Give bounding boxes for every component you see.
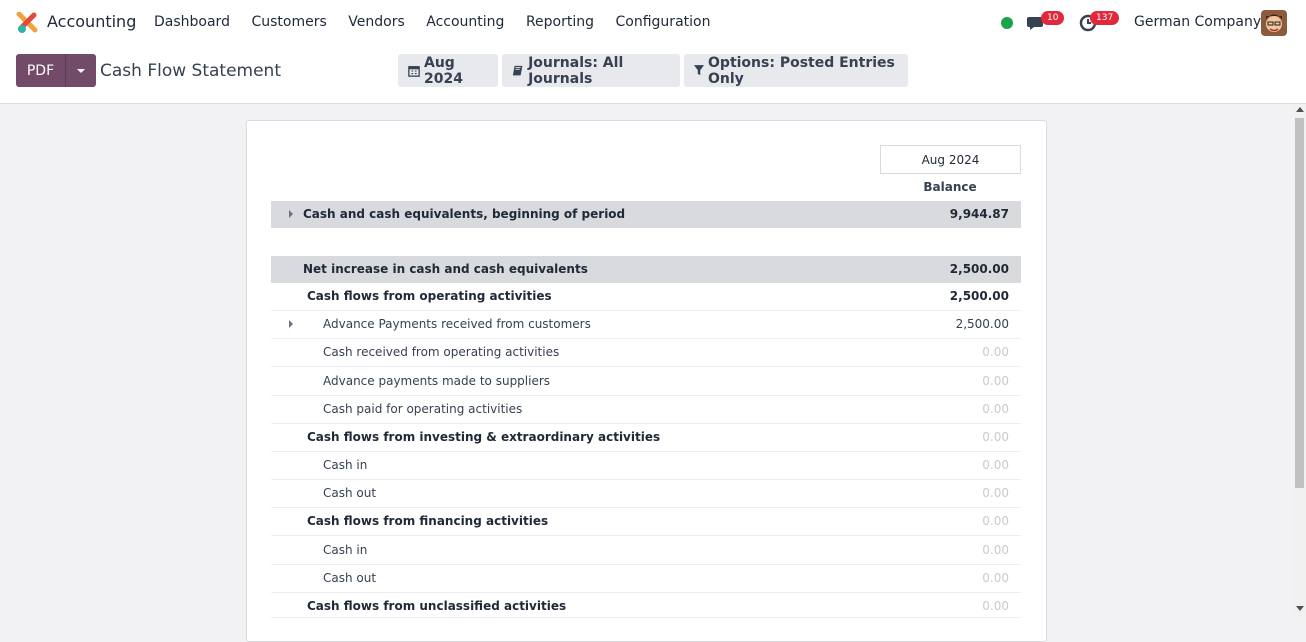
row-amount[interactable]: 9,944.87 <box>950 207 1009 221</box>
row-label: Cash flows from operating activities <box>307 289 552 303</box>
accounting-app-icon[interactable] <box>16 12 38 34</box>
report-row-investing[interactable]: Cash flows from investing & extraordinar… <box>271 424 1021 452</box>
report-row-unclassified[interactable]: Cash flows from unclassified activities … <box>271 593 1021 618</box>
row-amount[interactable]: 2,500.00 <box>956 317 1009 331</box>
main-menu: Dashboard Customers Vendors Accounting R… <box>154 14 732 30</box>
pdf-button[interactable]: PDF <box>16 54 65 87</box>
row-label: Cash and cash equivalents, beginning of … <box>303 207 626 221</box>
report-row-operating[interactable]: Cash flows from operating activities 2,5… <box>271 283 1021 311</box>
row-label: Cash in <box>323 543 368 557</box>
report-row-beginning-cash[interactable]: Cash and cash equivalents, beginning of … <box>271 201 1021 228</box>
menu-item-reporting[interactable]: Reporting <box>526 14 594 30</box>
row-label: Advance payments made to suppliers <box>323 374 551 388</box>
calendar-icon <box>408 65 420 77</box>
row-amount: 0.00 <box>982 486 1009 500</box>
report-row-advance-paid[interactable]: Advance payments made to suppliers 0.00 <box>271 368 1021 396</box>
row-label: Cash in <box>323 458 368 472</box>
scroll-down-arrow-icon[interactable] <box>1296 606 1304 611</box>
row-label: Net increase in cash and cash equivalent… <box>303 262 588 276</box>
date-filter-label: Aug 2024 <box>424 54 463 87</box>
menu-item-configuration[interactable]: Configuration <box>616 14 711 30</box>
row-amount: 0.00 <box>982 599 1009 613</box>
activities-count-badge: 137 <box>1090 11 1120 25</box>
report-row-advance-received[interactable]: Advance Payments received from customers… <box>271 311 1021 339</box>
row-label: Cash flows from unclassified activities <box>307 599 567 613</box>
date-filter-button[interactable]: Aug 2024 <box>398 54 498 87</box>
row-amount: 0.00 <box>982 514 1009 528</box>
print-dropdown-toggle[interactable] <box>65 54 96 87</box>
row-label: Cash paid for operating activities <box>323 402 523 416</box>
journals-filter-button[interactable]: Journals: All Journals <box>502 54 680 87</box>
scrollbar-thumb[interactable] <box>1295 118 1304 488</box>
row-amount: 0.00 <box>982 402 1009 416</box>
print-button-group: PDF <box>16 54 96 87</box>
user-avatar[interactable] <box>1261 10 1287 36</box>
row-label: Cash out <box>323 571 377 585</box>
row-amount[interactable]: 2,500.00 <box>950 289 1009 303</box>
report-row-net-increase[interactable]: Net increase in cash and cash equivalent… <box>271 256 1021 283</box>
column-period-header[interactable]: Aug 2024 <box>880 145 1021 174</box>
row-amount: 0.00 <box>982 571 1009 585</box>
options-filter-button[interactable]: Options: Posted Entries Only <box>684 54 908 87</box>
column-balance-header: Balance <box>923 180 977 194</box>
row-amount: 0.00 <box>982 345 1009 359</box>
row-label: Cash out <box>323 486 377 500</box>
report-row-cash-paid-operating[interactable]: Cash paid for operating activities 0.00 <box>271 396 1021 424</box>
messages-count-badge: 10 <box>1041 11 1065 25</box>
row-label: Cash flows from investing & extraordinar… <box>307 430 661 444</box>
row-amount[interactable]: 2,500.00 <box>950 262 1009 276</box>
row-amount: 0.00 <box>982 430 1009 444</box>
row-amount: 0.00 <box>982 458 1009 472</box>
scroll-up-arrow-icon[interactable] <box>1296 107 1304 112</box>
caret-down-icon <box>77 68 85 73</box>
menu-item-dashboard[interactable]: Dashboard <box>154 14 230 30</box>
control-panel: PDF Cash Flow Statement Aug 2024 Journal… <box>0 46 1306 104</box>
filter-funnel-icon <box>694 65 705 76</box>
company-switcher[interactable]: German Company <box>1134 14 1261 30</box>
menu-item-customers[interactable]: Customers <box>251 14 326 30</box>
row-amount: 0.00 <box>982 543 1009 557</box>
page-title: Cash Flow Statement <box>100 61 281 81</box>
expand-caret-icon[interactable] <box>289 210 293 218</box>
report-row-cash-received-operating[interactable]: Cash received from operating activities … <box>271 339 1021 367</box>
menu-item-vendors[interactable]: Vendors <box>348 14 404 30</box>
online-status-icon[interactable] <box>1001 17 1013 29</box>
report-row-investing-cash-in[interactable]: Cash in 0.00 <box>271 452 1021 480</box>
top-navbar: Accounting Dashboard Customers Vendors A… <box>0 0 1306 46</box>
book-icon <box>512 65 523 75</box>
options-filter-label: Options: Posted Entries Only <box>708 54 895 87</box>
app-title[interactable]: Accounting <box>47 12 136 31</box>
expand-caret-icon[interactable] <box>289 320 293 328</box>
row-label: Cash received from operating activities <box>323 345 560 359</box>
report-row-financing-cash-in[interactable]: Cash in 0.00 <box>271 537 1021 565</box>
menu-item-accounting[interactable]: Accounting <box>426 14 504 30</box>
row-amount: 0.00 <box>982 374 1009 388</box>
report-row-financing-cash-out[interactable]: Cash out 0.00 <box>271 565 1021 593</box>
report-row-financing[interactable]: Cash flows from financing activities 0.0… <box>271 508 1021 536</box>
row-label: Cash flows from financing activities <box>307 514 549 528</box>
journals-filter-label: Journals: All Journals <box>528 54 624 87</box>
report-row-investing-cash-out[interactable]: Cash out 0.00 <box>271 480 1021 508</box>
row-label: Advance Payments received from customers <box>323 317 591 331</box>
